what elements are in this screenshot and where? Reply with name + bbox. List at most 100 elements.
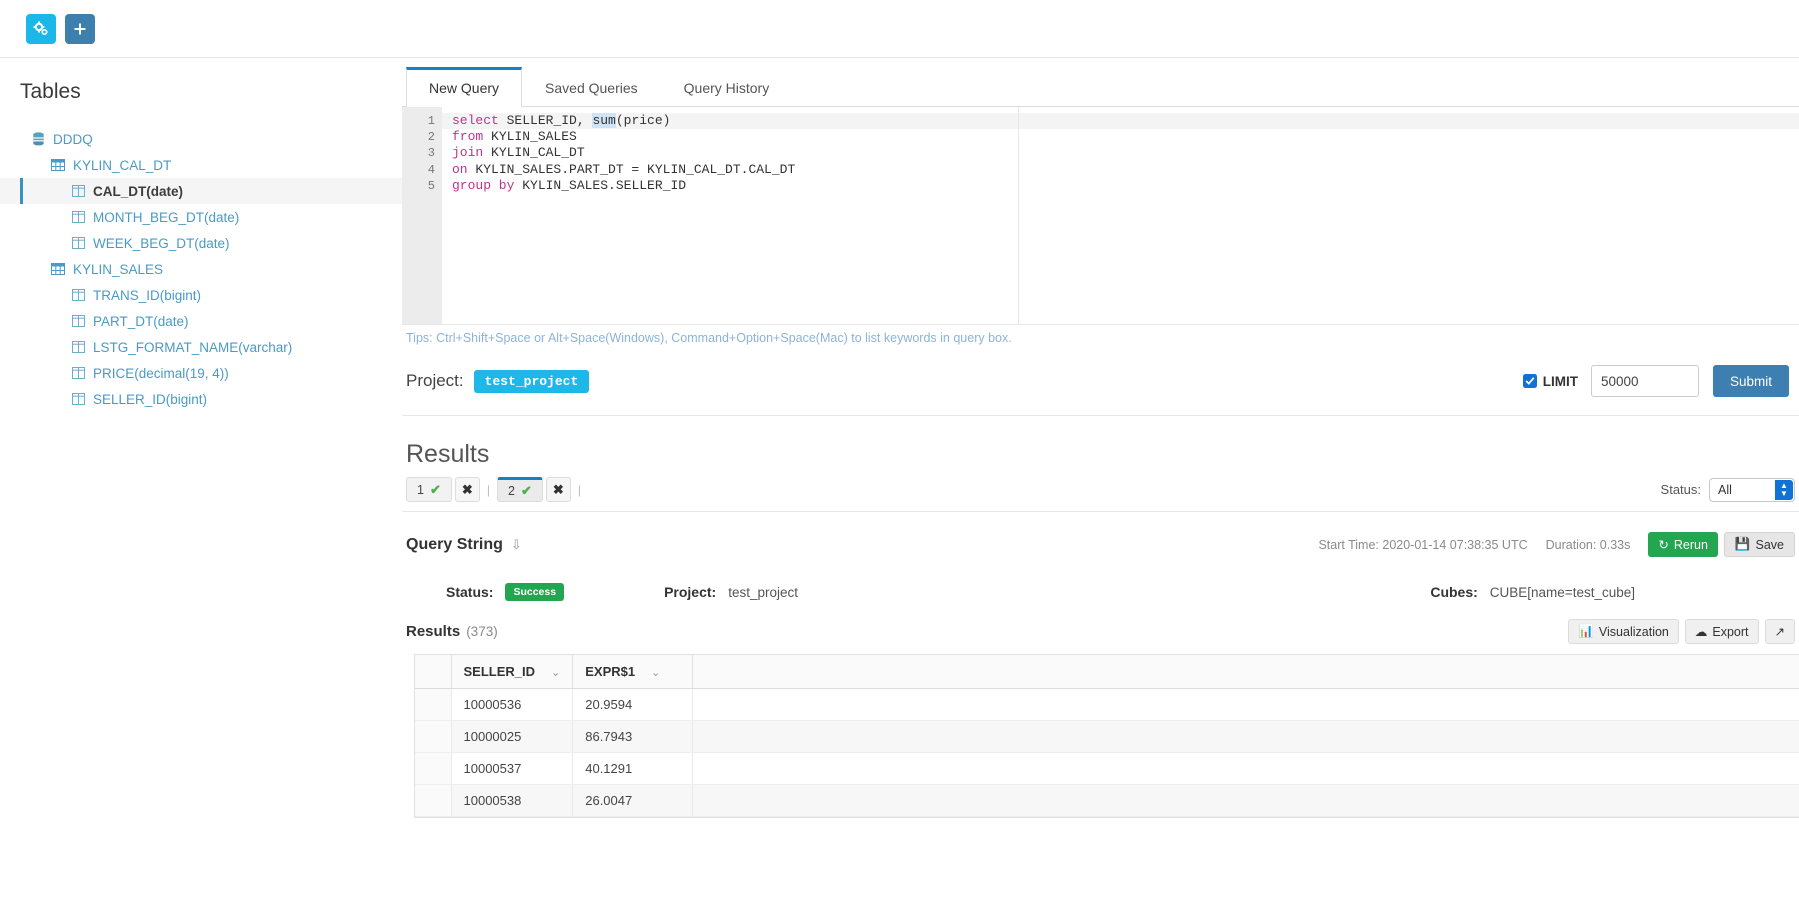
results-grid: SELLER_ID⌄EXPR$1⌄ 1000053620.95941000002… (414, 654, 1799, 818)
tree-item-part_dtdate[interactable]: PART_DT(date) (0, 308, 402, 334)
results-heading: Results (402, 416, 1799, 477)
visualization-button[interactable]: 📊 Visualization (1568, 619, 1679, 644)
main-panel: New QuerySaved QueriesQuery History 1234… (402, 58, 1799, 908)
table-row[interactable]: 1000002586.7943 (415, 721, 1799, 753)
chevron-double-down-icon[interactable]: ⇩ (511, 537, 522, 553)
result-tab-1[interactable]: 1✔ (406, 477, 452, 502)
check-icon: ✔ (521, 483, 532, 499)
visualization-label: Visualization (1599, 625, 1669, 639)
line-number: 4 (402, 162, 435, 178)
tab-new-query[interactable]: New Query (406, 67, 522, 107)
table-row[interactable]: 1000053620.9594 (415, 689, 1799, 721)
tab-saved-queries[interactable]: Saved Queries (522, 67, 661, 107)
table-cell: 10000538 (451, 785, 573, 817)
add-button[interactable] (65, 14, 95, 44)
row-filler (693, 689, 1799, 721)
close-icon[interactable]: ✖ (455, 477, 480, 502)
limit-group: LIMIT Submit (1523, 365, 1799, 397)
rerun-label: Rerun (1674, 538, 1708, 552)
export-label: Export (1712, 625, 1748, 639)
plus-icon (73, 22, 87, 36)
sql-editor[interactable]: 12345 select SELLER_ID, sum(price)from K… (402, 107, 1799, 325)
table-row[interactable]: 1000053826.0047 (415, 785, 1799, 817)
table-cell: 10000025 (451, 721, 573, 753)
project-badge[interactable]: test_project (474, 370, 590, 393)
column-icon (70, 391, 86, 407)
editor-tips: Tips: Ctrl+Shift+Space or Alt+Space(Wind… (402, 325, 1799, 345)
line-number: 3 (402, 145, 435, 161)
result-tab-row: 1✔✖|2✔✖| Status: All ▲▼ (402, 477, 1799, 502)
row-handle (415, 689, 451, 721)
tree-item-trans_idbigint[interactable]: TRANS_ID(bigint) (0, 282, 402, 308)
column-header-label: SELLER_ID (464, 664, 536, 679)
query-tabs: New QuerySaved QueriesQuery History (402, 66, 1799, 107)
save-label: Save (1756, 538, 1785, 552)
status-badge: Success (505, 583, 564, 601)
line-number: 5 (402, 178, 435, 194)
bar-chart-icon: 📊 (1578, 624, 1594, 639)
query-string-row: Query String ⇩ Start Time: 2020-01-14 07… (402, 511, 1799, 569)
cubes-value: CUBE[name=test_cube] (1490, 585, 1635, 600)
tree-item-pricedecimal194[interactable]: PRICE(decimal(19, 4)) (0, 360, 402, 386)
column-icon (70, 183, 86, 199)
tree-item-lstg_format_namevarchar[interactable]: LSTG_FORMAT_NAME(varchar) (0, 334, 402, 360)
sql-code[interactable]: select SELLER_ID, sum(price)from KYLIN_S… (442, 107, 1799, 324)
table-cell: 10000536 (451, 689, 573, 721)
table-tree: DDDQKYLIN_CAL_DTCAL_DT(date)MONTH_BEG_DT… (0, 126, 402, 412)
result-tab-2[interactable]: 2✔ (497, 477, 543, 502)
chevron-down-icon[interactable]: ⌄ (651, 667, 660, 679)
tree-item-kylin_sales[interactable]: KYLIN_SALES (0, 256, 402, 282)
tree-item-label: KYLIN_SALES (73, 262, 163, 277)
results-table-label: Results (406, 623, 460, 640)
export-button[interactable]: ☁ Export (1685, 619, 1759, 644)
tree-item-week_beg_dtdate[interactable]: WEEK_BEG_DT(date) (0, 230, 402, 256)
row-filler (693, 721, 1799, 753)
submit-button[interactable]: Submit (1713, 365, 1789, 397)
status-filter-select[interactable]: All ▲▼ (1709, 478, 1795, 502)
column-header-expr1[interactable]: EXPR$1⌄ (573, 655, 693, 689)
table-cell: 26.0047 (573, 785, 693, 817)
column-icon (70, 209, 86, 225)
refresh-icon: ↻ (1658, 537, 1668, 552)
top-toolbar (0, 0, 1799, 58)
database-icon (30, 131, 46, 147)
row-filler (693, 785, 1799, 817)
cloud-download-icon: ☁ (1695, 624, 1708, 639)
results-count: (373) (466, 624, 498, 639)
tree-item-dddq[interactable]: DDDQ (0, 126, 402, 152)
tree-item-month_beg_dtdate[interactable]: MONTH_BEG_DT(date) (0, 204, 402, 230)
expand-button[interactable]: ↗ (1765, 619, 1795, 644)
tree-item-kylin_cal_dt[interactable]: KYLIN_CAL_DT (0, 152, 402, 178)
project-label: Project: (406, 371, 464, 391)
table-cell: 20.9594 (573, 689, 693, 721)
query-string-toggle[interactable]: Query String (406, 536, 503, 554)
column-header-sellerid[interactable]: SELLER_ID ⌄ (451, 655, 573, 689)
results-table-header-row: Results (373) 📊 Visualization ☁ Export ↗ (402, 615, 1799, 654)
table-row[interactable]: 1000053740.1291 (415, 753, 1799, 785)
tree-item-label: SELLER_ID(bigint) (93, 392, 207, 407)
query-info-row: Status: Success Project: test_project Cu… (402, 569, 1799, 615)
tree-item-seller_idbigint[interactable]: SELLER_ID(bigint) (0, 386, 402, 412)
table-icon (50, 157, 66, 173)
limit-input[interactable] (1591, 365, 1699, 397)
duration: Duration: 0.33s (1546, 538, 1631, 552)
tree-item-label: TRANS_ID(bigint) (93, 288, 201, 303)
save-button[interactable]: 💾 Save (1724, 532, 1795, 557)
tree-item-cal_dtdate[interactable]: CAL_DT(date) (0, 178, 402, 204)
settings-button[interactable] (26, 14, 56, 44)
line-number: 2 (402, 129, 435, 145)
chevron-down-icon[interactable]: ⌄ (551, 667, 560, 679)
row-handle (415, 753, 451, 785)
limit-checkbox[interactable] (1523, 374, 1537, 388)
close-icon[interactable]: ✖ (546, 477, 571, 502)
status-label: Status: (446, 584, 493, 600)
sidebar-title: Tables (0, 80, 402, 104)
detail-project-label: Project: (664, 584, 716, 600)
code-line: on KYLIN_SALES.PART_DT = KYLIN_CAL_DT.CA… (452, 162, 1799, 178)
rerun-button[interactable]: ↻ Rerun (1648, 532, 1718, 557)
limit-label: LIMIT (1543, 374, 1578, 389)
column-icon (70, 287, 86, 303)
tab-query-history[interactable]: Query History (661, 67, 793, 107)
tree-item-label: PART_DT(date) (93, 314, 189, 329)
code-line: from KYLIN_SALES (452, 129, 1799, 145)
